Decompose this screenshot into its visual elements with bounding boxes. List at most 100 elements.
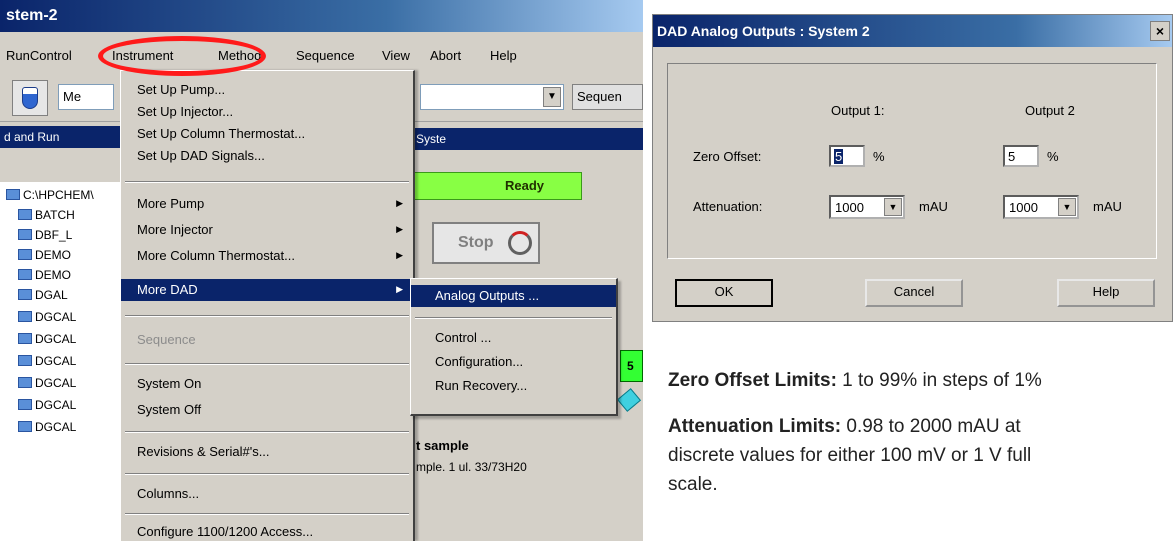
attenuation-label: Attenuation: xyxy=(693,199,763,214)
mau-unit: mAU xyxy=(919,199,948,214)
folder-icon xyxy=(18,377,32,388)
menu-item-revisions[interactable]: Revisions & Serial#'s... xyxy=(121,441,413,463)
folder-icon xyxy=(18,421,32,432)
zero-offset-label: Zero Offset: xyxy=(693,149,762,164)
method-combo[interactable]: Me xyxy=(58,84,114,110)
close-icon[interactable]: × xyxy=(1150,21,1170,41)
menu-item-analog-outputs[interactable]: Analog Outputs ... xyxy=(411,285,616,307)
folder-icon xyxy=(18,355,32,366)
zero-offset-2-input[interactable]: 5 xyxy=(1003,145,1039,167)
menu-separator xyxy=(125,181,409,183)
help-button[interactable]: Help xyxy=(1057,279,1155,307)
status-text: Ready xyxy=(505,178,545,193)
menu-sequence[interactable]: Sequence xyxy=(296,48,355,63)
tree-item[interactable]: DGCAL xyxy=(18,420,76,434)
chevron-down-icon[interactable]: ▼ xyxy=(1058,198,1076,216)
menu-item-set-up-dad-signals[interactable]: Set Up DAD Signals... xyxy=(121,145,413,167)
window-title: stem-2 xyxy=(6,7,58,24)
cancel-button[interactable]: Cancel xyxy=(865,279,963,307)
percent-unit: % xyxy=(873,149,885,164)
sample-detail: mple. 1 ul. 33/73H20 xyxy=(416,460,527,474)
instrument-dropdown-menu: Set Up Pump... Set Up Injector... Set Up… xyxy=(120,70,415,541)
attenuation-note-text: 0.98 to 2000 mAU at xyxy=(841,416,1021,437)
more-dad-submenu: Analog Outputs ... Control ... Configura… xyxy=(410,278,618,416)
flask-icon xyxy=(22,87,38,109)
folder-icon xyxy=(6,189,20,200)
tree-item[interactable]: BATCH xyxy=(18,208,75,222)
menu-abort[interactable]: Abort xyxy=(430,48,461,63)
attenuation-note: Attenuation Limits: 0.98 to 2000 mAU at xyxy=(668,412,1021,441)
refresh-icon xyxy=(508,231,532,255)
tree-item[interactable]: DGCAL xyxy=(18,310,76,324)
ok-button[interactable]: OK xyxy=(675,279,773,307)
menu-runcontrol[interactable]: RunControl xyxy=(6,48,72,63)
status-ready-bar: Ready xyxy=(410,172,582,200)
tree-item[interactable]: DEMO xyxy=(18,248,71,262)
sequence-combo[interactable]: ▼ xyxy=(420,84,564,110)
menu-item-set-up-pump[interactable]: Set Up Pump... xyxy=(121,79,413,101)
menu-separator xyxy=(125,315,409,317)
submenu-arrow-icon: ▶ xyxy=(396,198,403,208)
menu-item-more-injector[interactable]: More Injector ▶ xyxy=(121,219,413,241)
tree-item[interactable]: DGCAL xyxy=(18,376,76,390)
folder-icon xyxy=(18,289,32,300)
attenuation-note-title: Attenuation Limits: xyxy=(668,416,842,437)
chevron-down-icon[interactable]: ▼ xyxy=(884,198,902,216)
folder-icon xyxy=(18,249,32,260)
folder-icon xyxy=(18,311,32,322)
menu-item-more-dad[interactable]: More DAD ▶ xyxy=(121,279,413,301)
vial-icon xyxy=(616,388,642,412)
attenuation-1-select[interactable]: 1000 ▼ xyxy=(829,195,905,219)
folder-icon xyxy=(18,229,32,240)
chemstation-window: stem-2 RunControl Instrument Method Sequ… xyxy=(0,0,643,541)
menu-item-run-recovery[interactable]: Run Recovery... xyxy=(411,375,616,397)
zero-offset-note-text: 1 to 99% in steps of 1% xyxy=(836,370,1042,391)
output-1-label: Output 1: xyxy=(831,103,885,118)
dad-analog-outputs-dialog: DAD Analog Outputs : System 2 × Output 1… xyxy=(652,14,1173,322)
tree-item[interactable]: C:\HPCHEM\ xyxy=(6,188,94,202)
menu-help[interactable]: Help xyxy=(490,48,517,63)
menu-item-more-pump[interactable]: More Pump ▶ xyxy=(121,193,413,215)
zero-offset-1-input[interactable]: 5 xyxy=(829,145,865,167)
tree-item[interactable]: DGCAL xyxy=(18,354,76,368)
menu-item-configuration[interactable]: Configuration... xyxy=(411,351,616,373)
menu-item-columns[interactable]: Columns... xyxy=(121,483,413,505)
stop-button[interactable]: Stop xyxy=(432,222,540,264)
stop-label: Stop xyxy=(458,234,494,251)
method-flask-button[interactable] xyxy=(12,80,48,116)
menu-bar: RunControl Instrument Method Sequence Vi… xyxy=(0,44,560,68)
tree-item[interactable]: DGAL xyxy=(18,288,68,302)
chevron-down-icon[interactable]: ▼ xyxy=(543,87,561,107)
tree-item[interactable]: DEMO xyxy=(18,268,71,282)
dialog-title: DAD Analog Outputs : System 2 xyxy=(657,23,870,39)
menu-item-set-up-column-thermostat[interactable]: Set Up Column Thermostat... xyxy=(121,123,413,145)
menu-separator xyxy=(125,473,409,475)
menu-separator xyxy=(125,431,409,433)
menu-view[interactable]: View xyxy=(382,48,410,63)
menu-item-control[interactable]: Control ... xyxy=(411,327,616,349)
submenu-arrow-icon: ▶ xyxy=(396,284,403,294)
menu-item-sequence: Sequence xyxy=(137,332,196,347)
tree-item[interactable]: DBF_L xyxy=(18,228,72,242)
stop-area: Stop xyxy=(410,210,582,280)
attenuation-note-line-3: scale. xyxy=(668,474,718,495)
method-and-run-header: d and Run xyxy=(0,126,120,148)
menu-item-configure-access[interactable]: Configure 1100/1200 Access... xyxy=(121,521,413,541)
window-title-bar: stem-2 xyxy=(0,0,643,32)
dialog-title-bar: DAD Analog Outputs : System 2 × xyxy=(653,15,1172,47)
menu-item-system-on[interactable]: System On xyxy=(121,373,413,395)
tree-item[interactable]: DGCAL xyxy=(18,332,76,346)
menu-separator xyxy=(125,363,409,365)
folder-icon xyxy=(18,209,32,220)
module-status-indicator: 5 xyxy=(620,350,643,382)
menu-item-system-off[interactable]: System Off xyxy=(121,399,413,421)
folder-icon xyxy=(18,399,32,410)
sequence-button[interactable]: Sequen xyxy=(572,84,643,110)
zero-offset-note: Zero Offset Limits: 1 to 99% in steps of… xyxy=(668,366,1042,395)
folder-icon xyxy=(18,333,32,344)
tree-item[interactable]: DGCAL xyxy=(18,398,76,412)
attenuation-2-select[interactable]: 1000 ▼ xyxy=(1003,195,1079,219)
menu-item-set-up-injector[interactable]: Set Up Injector... xyxy=(121,101,413,123)
menu-item-more-column-thermostat[interactable]: More Column Thermostat... ▶ xyxy=(121,245,413,267)
folder-icon xyxy=(18,269,32,280)
